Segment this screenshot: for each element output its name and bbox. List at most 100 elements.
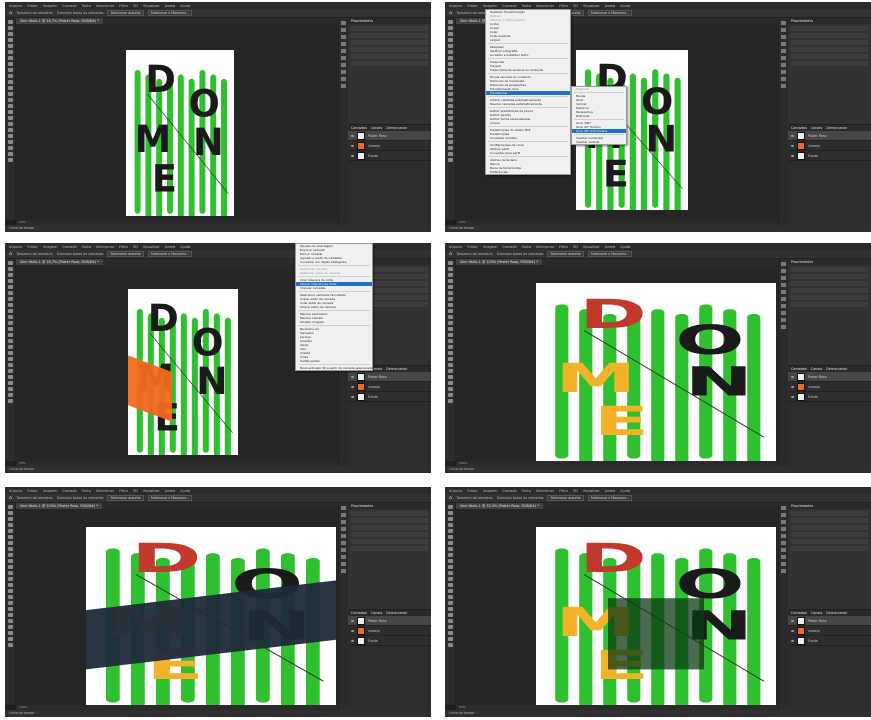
- menu-7[interactable]: 3D: [133, 245, 138, 249]
- edit-menu-item[interactable]: Transformar: [486, 91, 570, 95]
- layer-row[interactable]: Laranja: [348, 382, 431, 392]
- panel-icon[interactable]: [341, 49, 346, 53]
- tool-icon[interactable]: [7, 273, 13, 277]
- tool-icon[interactable]: [447, 20, 453, 24]
- layers-tab[interactable]: Demarcador: [826, 126, 847, 130]
- eye-icon[interactable]: [351, 144, 354, 147]
- layers-tab[interactable]: Camadas: [351, 611, 367, 615]
- panel-icon[interactable]: [781, 283, 786, 287]
- panel-icon[interactable]: [781, 276, 786, 280]
- tool-icon[interactable]: [7, 44, 13, 48]
- tool-icon[interactable]: [447, 351, 453, 355]
- menu-3[interactable]: Camada: [62, 489, 77, 493]
- tool-icon[interactable]: [7, 363, 13, 367]
- menu-5[interactable]: Selecionar: [96, 489, 114, 493]
- menu-4[interactable]: Texto: [522, 489, 531, 493]
- menu-9[interactable]: Janela: [165, 245, 176, 249]
- menu-4[interactable]: Texto: [82, 489, 91, 493]
- layers-tab[interactable]: Demarcador: [826, 611, 847, 615]
- sample-all-layers-checkbox[interactable]: Exemplo todas as camadas: [57, 11, 103, 15]
- tool-icon[interactable]: [7, 74, 13, 78]
- timeline-panel[interactable]: Linha do tempo: [5, 466, 431, 473]
- tool-icon[interactable]: [447, 74, 453, 78]
- tool-icon[interactable]: [447, 122, 453, 126]
- tool-icon[interactable]: [447, 140, 453, 144]
- panel-icon[interactable]: [341, 63, 346, 67]
- tool-icon[interactable]: [7, 357, 13, 361]
- layer-row[interactable]: Fundo: [348, 392, 431, 402]
- tool-icon[interactable]: [7, 92, 13, 96]
- menu-1[interactable]: Editar: [467, 4, 477, 8]
- panel-icon[interactable]: [341, 527, 346, 531]
- tool-icon[interactable]: [7, 589, 13, 593]
- tool-icon[interactable]: [7, 98, 13, 102]
- tool-icon[interactable]: [447, 589, 453, 593]
- tool-icon[interactable]: [7, 134, 13, 138]
- eye-icon[interactable]: [791, 385, 794, 388]
- panel-icon[interactable]: [341, 35, 346, 39]
- layers-tab[interactable]: Canais: [371, 611, 382, 615]
- panel-icon[interactable]: [781, 534, 786, 538]
- layer-row[interactable]: Poster Rosa: [348, 372, 431, 382]
- tool-icon[interactable]: [7, 122, 13, 126]
- tool-icon[interactable]: [447, 577, 453, 581]
- tool-icon[interactable]: [447, 357, 453, 361]
- panel-icon[interactable]: [781, 506, 786, 510]
- tool-icon[interactable]: [7, 345, 13, 349]
- layers-tab[interactable]: Canais: [811, 611, 822, 615]
- properties-tab[interactable]: Propriedades: [791, 19, 813, 23]
- tool-icon[interactable]: [7, 631, 13, 635]
- menu-3[interactable]: Camada: [502, 4, 517, 8]
- tool-icon[interactable]: [7, 339, 13, 343]
- tool-icon[interactable]: [447, 529, 453, 533]
- panel-icon[interactable]: [781, 77, 786, 81]
- menu-1[interactable]: Editar: [27, 489, 37, 493]
- tool-icon[interactable]: [447, 110, 453, 114]
- tool-icon[interactable]: [7, 291, 13, 295]
- tool-icon[interactable]: [7, 116, 13, 120]
- properties-tab[interactable]: Propriedades: [791, 260, 813, 264]
- tool-icon[interactable]: [7, 393, 13, 397]
- tool-icon[interactable]: [447, 547, 453, 551]
- layer-row[interactable]: Laranja: [348, 626, 431, 636]
- panel-icon[interactable]: [781, 269, 786, 273]
- tool-icon[interactable]: [447, 369, 453, 373]
- timeline-panel[interactable]: Linha do tempo: [445, 225, 871, 232]
- menu-0[interactable]: Arquivo: [449, 489, 462, 493]
- tool-icon[interactable]: [447, 38, 453, 42]
- menu-2[interactable]: Imagem: [483, 489, 497, 493]
- tool-icon[interactable]: [7, 104, 13, 108]
- menu-6[interactable]: Filtro: [119, 4, 128, 8]
- document-canvas[interactable]: DONME: [536, 527, 776, 705]
- menu-3[interactable]: Camada: [62, 4, 77, 8]
- document-canvas[interactable]: DONME: [86, 527, 336, 705]
- tool-icon[interactable]: [447, 363, 453, 367]
- menu-5[interactable]: Selecionar: [536, 4, 554, 8]
- tool-icon[interactable]: [7, 285, 13, 289]
- menu-1[interactable]: Editar: [467, 245, 477, 249]
- menu-3[interactable]: Camada: [502, 489, 517, 493]
- tool-icon[interactable]: [7, 261, 13, 265]
- menu-5[interactable]: Selecionar: [96, 4, 114, 8]
- panel-icon[interactable]: [341, 42, 346, 46]
- eye-icon[interactable]: [351, 629, 354, 632]
- select-subject-button[interactable]: Selecionar assunto: [107, 10, 144, 16]
- panel-icon[interactable]: [781, 325, 786, 329]
- sample-all-layers-checkbox[interactable]: Exemplo todas as camadas: [57, 496, 103, 500]
- select-and-mask-button[interactable]: Selecionar e Mascarar...: [147, 251, 192, 257]
- layer-row[interactable]: Fundo: [348, 636, 431, 646]
- menu-6[interactable]: Filtro: [559, 245, 568, 249]
- menu-6[interactable]: Filtro: [119, 245, 128, 249]
- home-icon[interactable]: ⌂: [449, 10, 452, 16]
- properties-tab[interactable]: Propriedades: [351, 19, 373, 23]
- menu-8[interactable]: Visualizar: [583, 489, 600, 493]
- layers-tab[interactable]: Demarcador: [386, 367, 407, 371]
- tool-icon[interactable]: [447, 541, 453, 545]
- tool-icon[interactable]: [7, 583, 13, 587]
- tool-icon[interactable]: [7, 20, 13, 24]
- menu-10[interactable]: Ajuda: [180, 245, 190, 249]
- menu-3[interactable]: Camada: [502, 245, 517, 249]
- tool-icon[interactable]: [7, 547, 13, 551]
- panel-icon[interactable]: [341, 21, 346, 25]
- tool-icon[interactable]: [7, 517, 13, 521]
